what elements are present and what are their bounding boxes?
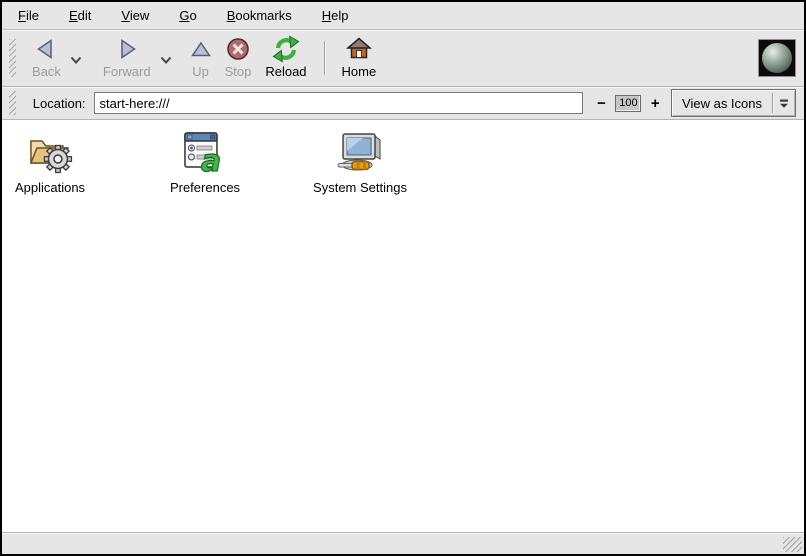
file-manager-window: File Edit View Go Bookmarks Help Back Fo… — [0, 0, 806, 556]
menu-file-rest: ile — [26, 8, 39, 23]
svg-text:a: a — [201, 144, 221, 175]
menubar: File Edit View Go Bookmarks Help — [2, 2, 804, 30]
view-as-dropdown[interactable]: View as Icons — [671, 89, 796, 117]
menu-help-rest: elp — [331, 8, 348, 23]
location-bar: Location: − 100 + View as Icons — [2, 87, 804, 120]
zoom-in-button[interactable]: + — [648, 95, 662, 112]
forward-history-dropdown[interactable] — [158, 33, 174, 83]
stop-icon — [226, 35, 250, 63]
file-view-area: Applications a Preferences — [2, 120, 804, 533]
menu-help[interactable]: Help — [312, 4, 359, 27]
location-label: Location: — [33, 96, 86, 111]
back-label: Back — [32, 64, 61, 79]
forward-label: Forward — [103, 64, 151, 79]
system-settings-label: System Settings — [313, 180, 407, 195]
toolbar-separator — [324, 41, 325, 75]
menu-edit-key: E — [69, 8, 78, 23]
back-button[interactable]: Back — [25, 33, 68, 83]
status-bar — [2, 533, 804, 554]
reload-button[interactable]: Reload — [258, 33, 313, 83]
location-bar-grip-handle[interactable] — [9, 91, 16, 115]
menu-file[interactable]: File — [8, 4, 49, 27]
zoom-level-indicator: 100 — [615, 95, 641, 112]
menu-go[interactable]: Go — [169, 4, 206, 27]
location-input[interactable] — [94, 92, 583, 114]
menu-help-key: H — [322, 8, 331, 23]
menu-file-key: F — [18, 8, 26, 23]
menu-bookmarks[interactable]: Bookmarks — [217, 4, 302, 27]
menu-go-key: G — [179, 8, 189, 23]
applications-folder-gear-icon — [25, 127, 75, 175]
reload-icon — [272, 35, 300, 63]
option-menu-arrow-icon — [773, 90, 795, 116]
back-arrow-icon — [34, 35, 58, 63]
home-label: Home — [342, 64, 377, 79]
preferences-label: Preferences — [170, 180, 240, 195]
forward-arrow-icon — [115, 35, 139, 63]
menu-edit[interactable]: Edit — [59, 4, 101, 27]
back-history-dropdown[interactable] — [68, 33, 84, 83]
throbber — [758, 39, 796, 77]
chevron-down-icon — [160, 56, 172, 65]
home-icon — [346, 35, 372, 63]
forward-button[interactable]: Forward — [96, 33, 158, 83]
toolbar: Back Forward Up — [2, 30, 804, 87]
stop-label: Stop — [225, 64, 252, 79]
chevron-down-icon — [70, 56, 82, 65]
zoom-out-button[interactable]: − — [595, 95, 609, 112]
reload-label: Reload — [265, 64, 306, 79]
up-arrow-icon — [191, 35, 211, 63]
menu-bookmarks-rest: ookmarks — [235, 8, 291, 23]
view-as-label: View as Icons — [672, 90, 772, 116]
home-button[interactable]: Home — [335, 33, 384, 83]
resize-grip[interactable] — [783, 537, 802, 552]
stop-button[interactable]: Stop — [218, 33, 259, 83]
preferences-dialog-icon: a — [182, 127, 228, 175]
menu-view-key: V — [121, 8, 129, 23]
toolbar-grip-handle[interactable] — [9, 39, 16, 77]
applications-label: Applications — [15, 180, 85, 195]
throbber-sphere-icon — [762, 43, 792, 73]
menu-view-rest: iew — [130, 8, 150, 23]
desktop-icon-applications[interactable]: Applications — [15, 127, 85, 195]
system-settings-computer-icon — [335, 127, 385, 175]
desktop-icon-system-settings[interactable]: System Settings — [313, 127, 407, 195]
menu-view[interactable]: View — [111, 4, 159, 27]
up-label: Up — [192, 64, 209, 79]
menu-go-rest: o — [189, 8, 196, 23]
desktop-icon-preferences[interactable]: a Preferences — [170, 127, 240, 195]
up-button[interactable]: Up — [184, 33, 218, 83]
menu-edit-rest: dit — [78, 8, 92, 23]
